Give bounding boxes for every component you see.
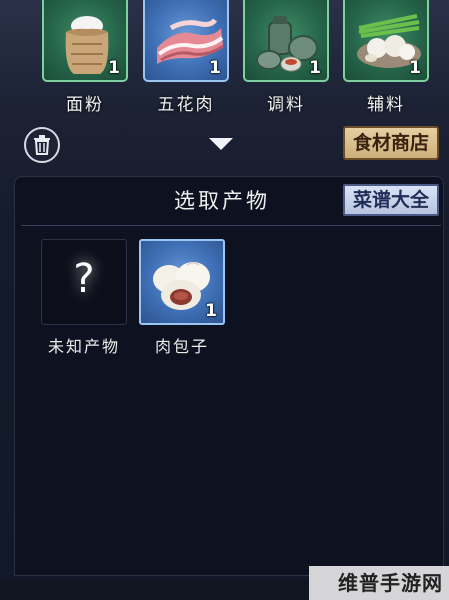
ingredient-label-pork-belly: 五花肉 (157, 95, 215, 115)
ingredient-count: 1 (309, 58, 321, 78)
product-item-unknown[interactable]: ? 未知产物 (41, 239, 127, 357)
ingredient-label-garnish: 辅料 (367, 95, 405, 115)
ingredient-count: 1 (108, 58, 120, 78)
product-item-meat-bun[interactable]: 1 肉包子 (139, 239, 225, 357)
product-label-unknown: 未知产物 (47, 337, 120, 356)
ingredient-count: 1 (209, 58, 221, 78)
cooking-screen: 1 面粉 1 五花肉 1 调料 1 辅料 食材商店 选取产物 菜谱大全 ? 未知… (0, 0, 449, 600)
trash-icon (34, 135, 50, 155)
product-selection-panel: 选取产物 菜谱大全 ? 未知产物 1 肉包子 (14, 176, 444, 576)
ingredient-row: 1 面粉 1 五花肉 1 调料 1 辅料 (0, 0, 449, 120)
ingredient-shop-button[interactable]: 食材商店 (343, 126, 439, 160)
ingredient-label-flour: 面粉 (66, 95, 104, 115)
watermark-text: 维普手游网 (309, 566, 449, 600)
chevron-down-icon[interactable] (209, 138, 233, 150)
trash-button[interactable] (24, 127, 60, 163)
product-slot-unknown[interactable]: ? (41, 239, 127, 325)
product-slot-meat-bun[interactable]: 1 (139, 239, 225, 325)
panel-divider (21, 225, 441, 226)
question-mark-icon: ? (73, 256, 95, 302)
ingredient-slot-seasoning[interactable]: 1 (243, 0, 329, 82)
ingredient-count: 1 (409, 58, 421, 78)
ingredient-slot-garnish[interactable]: 1 (343, 0, 429, 82)
product-label-meat-bun: 肉包子 (154, 337, 209, 356)
ingredient-slot-pork-belly[interactable]: 1 (143, 0, 229, 82)
recipe-book-button[interactable]: 菜谱大全 (343, 184, 439, 216)
ingredient-slot-flour[interactable]: 1 (42, 0, 128, 82)
ingredient-label-seasoning: 调料 (267, 95, 305, 115)
product-count: 1 (205, 301, 217, 321)
